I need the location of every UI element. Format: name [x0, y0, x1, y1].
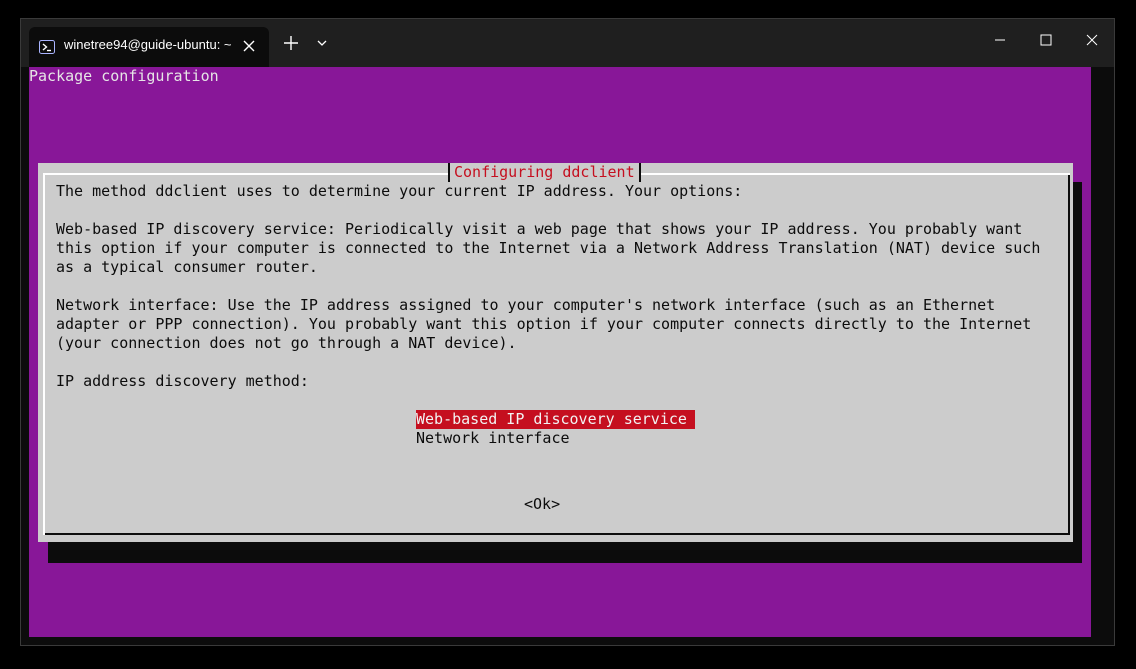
dialog-text-line: this option if your computer is connecte… [56, 239, 1041, 257]
terminal-window: winetree94@guide-ubuntu: ~ Package confi… [20, 18, 1115, 646]
new-tab-icon[interactable] [281, 33, 301, 53]
option-web-based-discovery[interactable]: Web-based IP discovery service [416, 410, 695, 429]
minimize-icon[interactable] [986, 29, 1014, 51]
option-network-interface[interactable]: Network interface [416, 429, 578, 448]
dialog-text-line: adapter or PPP connection). You probably… [56, 315, 1032, 333]
chevron-down-icon[interactable] [312, 33, 332, 53]
terminal-area[interactable]: Package configuration Configuring ddclie… [29, 67, 1091, 637]
tab-bar: winetree94@guide-ubuntu: ~ [21, 19, 1114, 67]
dialog-title: Configuring ddclient [448, 163, 641, 182]
close-window-icon[interactable] [1078, 29, 1106, 51]
dialog-text-line: as a typical consumer router. [56, 258, 318, 276]
maximize-icon[interactable] [1032, 29, 1060, 51]
dialog-text-line: Web-based IP discovery service: Periodic… [56, 220, 1023, 238]
configure-dialog: Configuring ddclient The method ddclient… [38, 163, 1073, 542]
dialog-text-line: Network interface: Use the IP address as… [56, 296, 996, 314]
ok-button[interactable]: <Ok> [524, 495, 560, 514]
dialog-text-line: (your connection does not go through a N… [56, 334, 517, 352]
package-config-header: Package configuration [29, 67, 219, 85]
tab-active[interactable]: winetree94@guide-ubuntu: ~ [29, 27, 269, 67]
close-tab-icon[interactable] [241, 38, 257, 54]
powershell-icon [39, 40, 55, 54]
discovery-method-prompt: IP address discovery method: [56, 372, 309, 390]
dialog-text-line: The method ddclient uses to determine yo… [56, 182, 743, 200]
tab-title: winetree94@guide-ubuntu: ~ [64, 37, 232, 52]
